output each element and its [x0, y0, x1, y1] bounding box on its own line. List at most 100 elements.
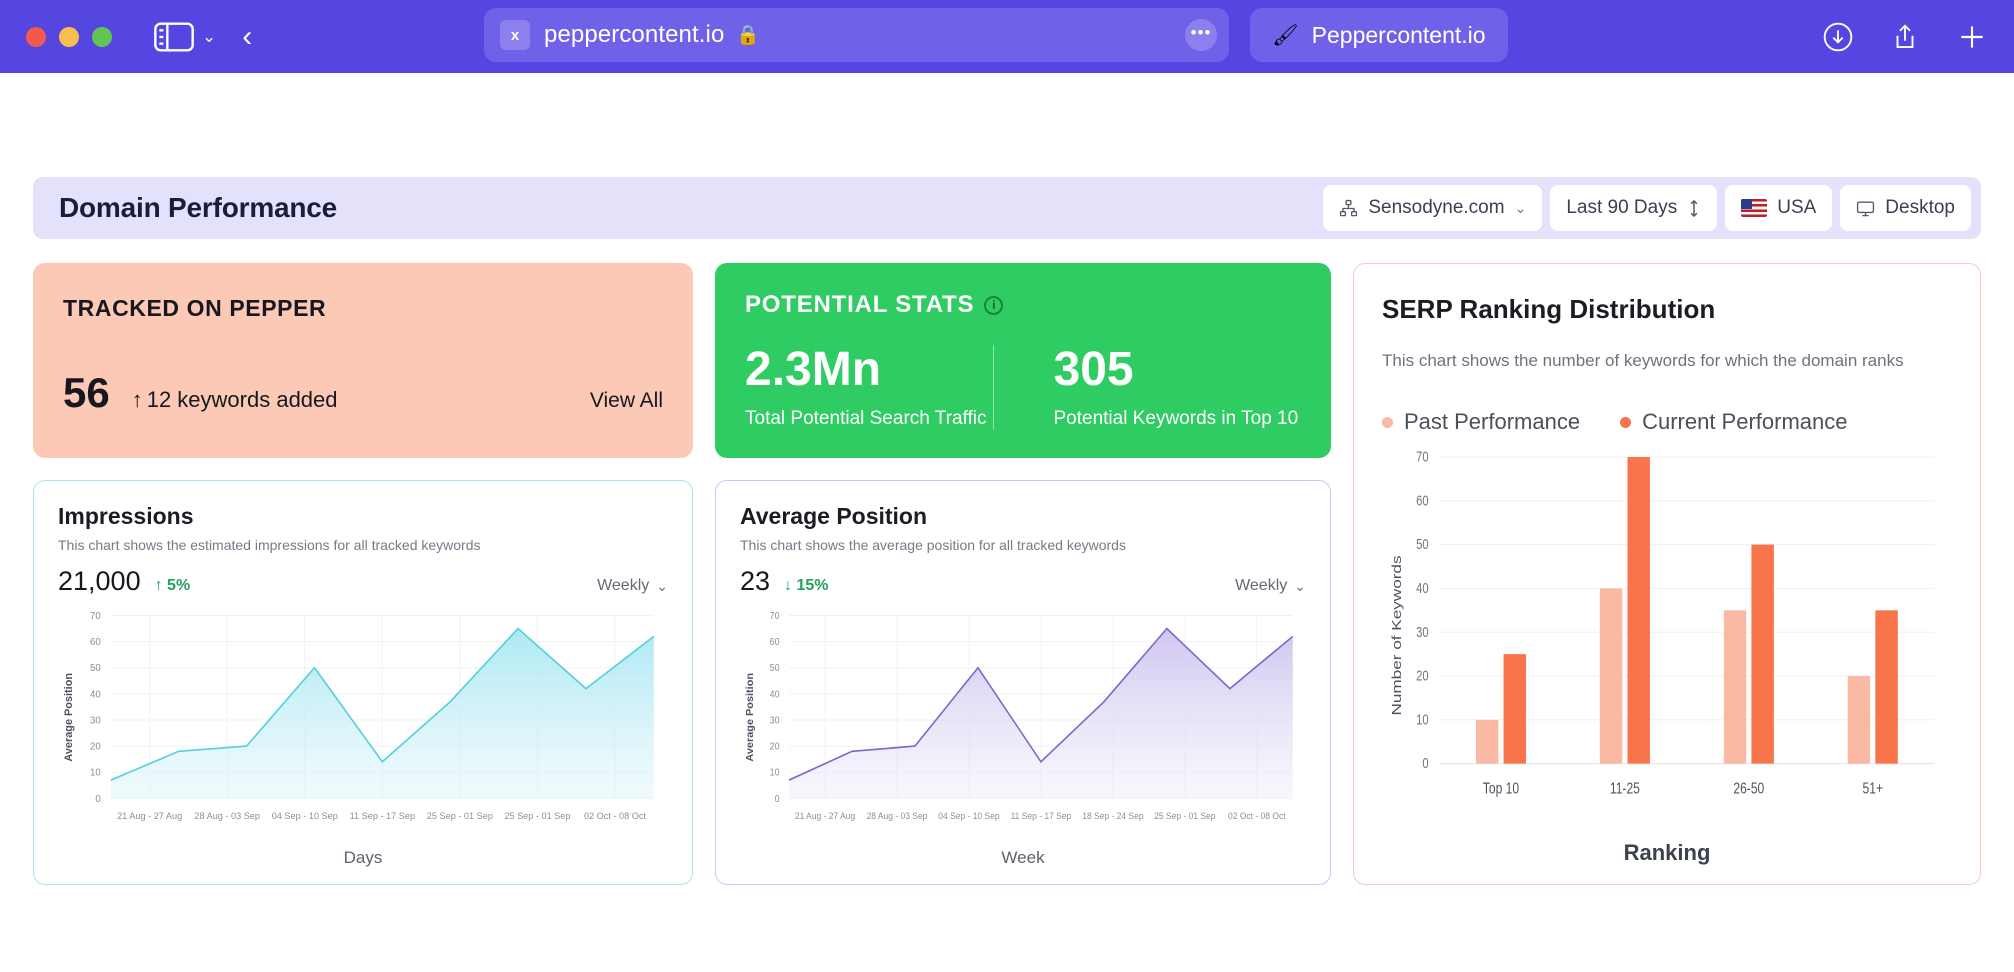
svg-text:30: 30 — [770, 714, 780, 726]
impressions-delta-value: 5% — [167, 577, 191, 594]
position-title: Average Position — [740, 503, 928, 529]
svg-text:25 Sep - 01 Sep: 25 Sep - 01 Sep — [427, 811, 493, 821]
page-title: Domain Performance — [59, 192, 338, 223]
sidebar-toggle-icon[interactable] — [154, 17, 194, 57]
device-label: Desktop — [1885, 197, 1955, 218]
sitemap-icon — [1339, 199, 1358, 218]
position-frequency-selector[interactable]: Weekly ⌄ — [1235, 577, 1306, 595]
svg-text:30: 30 — [90, 715, 101, 726]
potential-card-title: POTENTIAL STATS — [745, 291, 975, 318]
svg-text:70: 70 — [1416, 448, 1428, 465]
address-bar[interactable]: x peppercontent.io 🔒 ••• — [484, 8, 1229, 62]
svg-text:Average Position: Average Position — [63, 673, 75, 762]
browser-tab[interactable]: 🖌 Peppercontent.io — [1250, 8, 1508, 62]
position-delta: ↓ 15% — [784, 577, 828, 595]
svg-text:18 Sep - 24 Sep: 18 Sep - 24 Sep — [1082, 811, 1143, 821]
device-selector[interactable]: Desktop — [1840, 185, 1971, 231]
info-icon[interactable]: i — [984, 295, 1004, 315]
domain-selector[interactable]: Sensodyne.com ⌄ — [1323, 185, 1543, 231]
minimize-window-button[interactable] — [59, 26, 79, 47]
chevron-down-icon[interactable]: ⌄ — [202, 28, 216, 45]
legend-label-past: Past Performance — [1404, 409, 1581, 434]
impressions-area-chart: 0 10 20 30 40 50 60 70 21 Aug - 27 Aug 28 Aug - … — [58, 603, 668, 842]
filter-bar: Sensodyne.com ⌄ Last 90 Days USA Desktop — [1323, 185, 1971, 231]
back-arrow-icon[interactable]: ‹ — [242, 21, 252, 52]
maximize-window-button[interactable] — [92, 26, 112, 47]
svg-text:60: 60 — [770, 636, 780, 648]
view-all-link[interactable]: View All — [590, 389, 663, 413]
share-icon[interactable] — [1890, 21, 1920, 53]
svg-text:70: 70 — [90, 611, 101, 622]
tracked-delta-label: 12 keywords added — [146, 387, 338, 412]
potential-keywords-label: Potential Keywords in Top 10 — [1053, 408, 1299, 430]
impressions-stats: 21,000 ↑ 5% Weekly ⌄ — [58, 566, 668, 597]
serp-card-subtitle: This chart shows the number of keywords … — [1382, 351, 1904, 370]
svg-text:Top 10: Top 10 — [1483, 780, 1519, 798]
extension-badge-icon[interactable]: x — [500, 20, 530, 50]
tracked-delta: ↑ 12 keywords added — [132, 387, 338, 413]
tracked-card-stats: 56 ↑ 12 keywords added View All — [63, 372, 663, 458]
svg-text:28 Aug - 03 Sep: 28 Aug - 03 Sep — [194, 811, 260, 821]
country-selector[interactable]: USA — [1725, 185, 1833, 231]
more-dots-icon[interactable]: ••• — [1185, 19, 1217, 51]
browser-toolbar: ⌄ ‹ x peppercontent.io 🔒 ••• 🖌 Peppercon… — [0, 0, 2014, 73]
svg-text:25 Sep - 01 Sep: 25 Sep - 01 Sep — [1154, 811, 1215, 821]
svg-text:60: 60 — [1416, 492, 1428, 509]
svg-text:50: 50 — [770, 662, 780, 674]
svg-text:04 Sep - 10 Sep: 04 Sep - 10 Sep — [272, 811, 338, 821]
position-delta-value: 15% — [796, 577, 829, 594]
country-label: USA — [1777, 197, 1817, 218]
svg-text:04 Sep - 10 Sep: 04 Sep - 10 Sep — [938, 811, 999, 821]
potential-traffic-label: Total Potential Search Traffic — [745, 408, 987, 430]
domain-selector-label: Sensodyne.com — [1368, 197, 1505, 218]
serp-ranking-card: SERP Ranking Distribution This chart sho… — [1353, 263, 1981, 885]
svg-text:51+: 51+ — [1863, 780, 1884, 798]
plus-icon[interactable] — [1956, 21, 1988, 53]
svg-text:40: 40 — [1416, 579, 1428, 596]
potential-stat-keywords: 305 Potential Keywords in Top 10 — [992, 344, 1302, 431]
svg-text:11 Sep - 17 Sep: 11 Sep - 17 Sep — [350, 811, 415, 821]
download-icon[interactable] — [1822, 21, 1854, 53]
average-position-card: Average Position This chart shows the av… — [715, 480, 1331, 885]
svg-text:28 Aug - 03 Sep: 28 Aug - 03 Sep — [867, 811, 928, 821]
potential-stats-card: POTENTIAL STATS i 2.3Mn Total Potential … — [715, 263, 1331, 458]
serp-card-title: SERP Ranking Distribution — [1382, 294, 1716, 324]
usa-flag-icon — [1741, 199, 1768, 217]
svg-text:Average Position: Average Position — [746, 673, 756, 762]
position-frequency-label: Weekly — [1235, 577, 1288, 594]
chrome-nav-group: ⌄ ‹ — [154, 17, 252, 57]
date-range-selector[interactable]: Last 90 Days — [1550, 185, 1718, 231]
svg-text:70: 70 — [770, 609, 780, 621]
potential-stat-traffic: 2.3Mn Total Potential Search Traffic — [745, 344, 993, 430]
chevron-down-icon: ⌄ — [1294, 577, 1306, 594]
position-x-axis-title: Week — [1001, 848, 1045, 867]
toolbar-actions — [1822, 0, 1988, 73]
serp-legend: Past Performance Current Performance — [1382, 409, 1952, 435]
legend-label-current: Current Performance — [1642, 409, 1848, 434]
monitor-icon — [1856, 199, 1875, 218]
impressions-frequency-label: Weekly — [597, 577, 650, 594]
position-area-chart: 0 10 20 30 40 50 60 70 21 Aug - 27 Aug 28 Aug - … — [740, 603, 1306, 842]
up-arrow-icon: ↑ — [131, 387, 143, 412]
svg-text:20: 20 — [90, 741, 101, 752]
domain-performance-header: Domain Performance Sensodyne.com ⌄ Last … — [33, 177, 1981, 239]
legend-item-current[interactable]: Current Performance — [1620, 409, 1848, 435]
svg-text:11 Sep - 17 Sep: 11 Sep - 17 Sep — [1011, 811, 1072, 821]
svg-text:26-50: 26-50 — [1733, 780, 1764, 798]
svg-text:25 Sep - 01 Sep: 25 Sep - 01 Sep — [504, 811, 570, 821]
tab-label: Peppercontent.io — [1311, 21, 1486, 48]
close-window-button[interactable] — [26, 26, 46, 47]
svg-text:40: 40 — [90, 689, 101, 700]
svg-text:60: 60 — [90, 637, 101, 648]
svg-text:02 Oct - 08 Oct: 02 Oct - 08 Oct — [584, 811, 646, 821]
impressions-frequency-selector[interactable]: Weekly ⌄ — [597, 577, 668, 595]
impressions-title: Impressions — [58, 503, 194, 529]
impressions-x-axis-title: Days — [343, 848, 383, 867]
legend-item-past[interactable]: Past Performance — [1382, 409, 1580, 435]
url-text: peppercontent.io — [544, 21, 725, 48]
impressions-subtitle: This chart shows the estimated impressio… — [58, 537, 481, 553]
svg-text:20: 20 — [1416, 667, 1428, 684]
pepper-brush-icon: 🖌 — [1272, 23, 1299, 47]
svg-text:0: 0 — [775, 792, 780, 804]
tracked-count: 56 — [63, 369, 110, 416]
